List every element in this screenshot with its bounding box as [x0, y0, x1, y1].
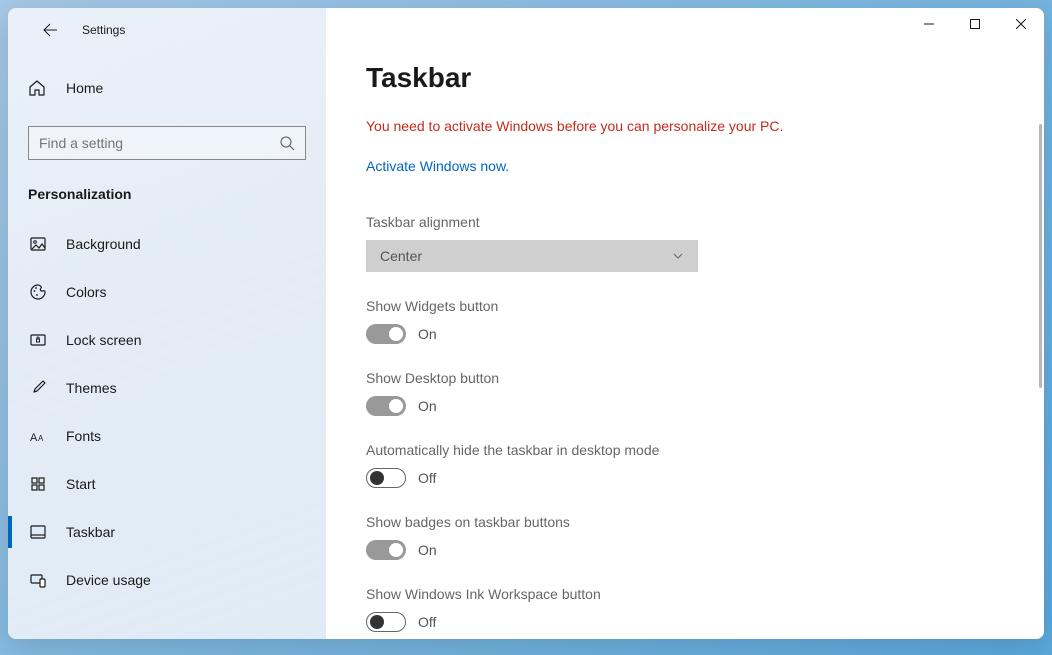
sidebar-item-start[interactable]: Start: [28, 460, 306, 508]
maximize-button[interactable]: [952, 8, 998, 40]
main-panel: Taskbar You need to activate Windows bef…: [326, 8, 1044, 639]
nav-label: Taskbar: [66, 524, 115, 540]
setting-badges: Show badges on taskbar buttons On: [366, 514, 1004, 560]
window-controls: [906, 8, 1044, 40]
back-button[interactable]: [32, 12, 68, 48]
minimize-icon: [924, 19, 934, 29]
sidebar-item-deviceusage[interactable]: Device usage: [28, 556, 306, 604]
lockscreen-icon: [28, 331, 48, 349]
nav-label: Colors: [66, 284, 106, 300]
titlebar: Settings: [8, 8, 326, 52]
sidebar-item-themes[interactable]: Themes: [28, 364, 306, 412]
toggle-label: Show badges on taskbar buttons: [366, 514, 1004, 530]
toggle-state: Off: [418, 614, 436, 630]
sidebar-item-lockscreen[interactable]: Lock screen: [28, 316, 306, 364]
search-box[interactable]: [28, 126, 306, 160]
close-icon: [1016, 19, 1026, 29]
scrollbar[interactable]: [1039, 124, 1042, 388]
start-icon: [28, 475, 48, 493]
svg-text:A: A: [38, 434, 44, 443]
content-area: Taskbar You need to activate Windows bef…: [326, 8, 1044, 639]
chevron-down-icon: [672, 250, 684, 262]
widgets-toggle[interactable]: [366, 324, 406, 344]
setting-widgets: Show Widgets button On: [366, 298, 1004, 344]
nav-label: Fonts: [66, 428, 101, 444]
close-button[interactable]: [998, 8, 1044, 40]
page-title: Taskbar: [366, 62, 1004, 94]
image-icon: [28, 235, 48, 253]
badges-toggle[interactable]: [366, 540, 406, 560]
setting-autohide: Automatically hide the taskbar in deskto…: [366, 442, 1004, 488]
nav-list: Background Colors Lock screen: [28, 220, 306, 604]
sidebar-item-colors[interactable]: Colors: [28, 268, 306, 316]
device-usage-icon: [28, 571, 48, 589]
toggle-state: On: [418, 398, 437, 414]
maximize-icon: [970, 19, 980, 29]
section-header: Personalization: [28, 186, 306, 202]
fonts-icon: AA: [28, 427, 48, 445]
activate-link[interactable]: Activate Windows now.: [366, 158, 509, 174]
sidebar: Settings Home Personalization Backgroun: [8, 8, 326, 639]
setting-desktop-button: Show Desktop button On: [366, 370, 1004, 416]
minimize-button[interactable]: [906, 8, 952, 40]
toggle-label: Automatically hide the taskbar in deskto…: [366, 442, 1004, 458]
toggle-label: Show Desktop button: [366, 370, 1004, 386]
dropdown-value: Center: [380, 248, 422, 264]
sidebar-item-fonts[interactable]: AA Fonts: [28, 412, 306, 460]
setting-alignment: Taskbar alignment Center: [366, 214, 1004, 272]
app-title: Settings: [82, 23, 125, 37]
palette-icon: [28, 283, 48, 301]
nav-label: Background: [66, 236, 141, 252]
activation-warning: You need to activate Windows before you …: [366, 118, 1004, 134]
search-icon: [279, 135, 295, 151]
nav-label: Start: [66, 476, 96, 492]
nav-label: Themes: [66, 380, 117, 396]
nav-label: Lock screen: [66, 332, 141, 348]
toggle-state: Off: [418, 470, 436, 486]
autohide-toggle[interactable]: [366, 468, 406, 488]
desktop-button-toggle[interactable]: [366, 396, 406, 416]
taskbar-icon: [28, 523, 48, 541]
home-icon: [28, 79, 48, 97]
toggle-label: Show Widgets button: [366, 298, 1004, 314]
toggle-state: On: [418, 326, 437, 342]
back-arrow-icon: [42, 22, 58, 38]
sidebar-item-background[interactable]: Background: [28, 220, 306, 268]
setting-ink-workspace: Show Windows Ink Workspace button Off: [366, 586, 1004, 632]
paintbrush-icon: [28, 379, 48, 397]
alignment-label: Taskbar alignment: [366, 214, 1004, 230]
ink-workspace-toggle[interactable]: [366, 612, 406, 632]
search-input[interactable]: [39, 135, 279, 151]
sidebar-item-home[interactable]: Home: [28, 68, 306, 108]
nav-label: Device usage: [66, 572, 151, 588]
svg-text:A: A: [30, 432, 38, 444]
alignment-dropdown[interactable]: Center: [366, 240, 698, 272]
settings-window: Settings Home Personalization Backgroun: [8, 8, 1044, 639]
sidebar-content: Home Personalization Background: [8, 52, 326, 604]
toggle-label: Show Windows Ink Workspace button: [366, 586, 1004, 602]
toggle-state: On: [418, 542, 437, 558]
home-label: Home: [66, 80, 103, 96]
sidebar-item-taskbar[interactable]: Taskbar: [28, 508, 306, 556]
